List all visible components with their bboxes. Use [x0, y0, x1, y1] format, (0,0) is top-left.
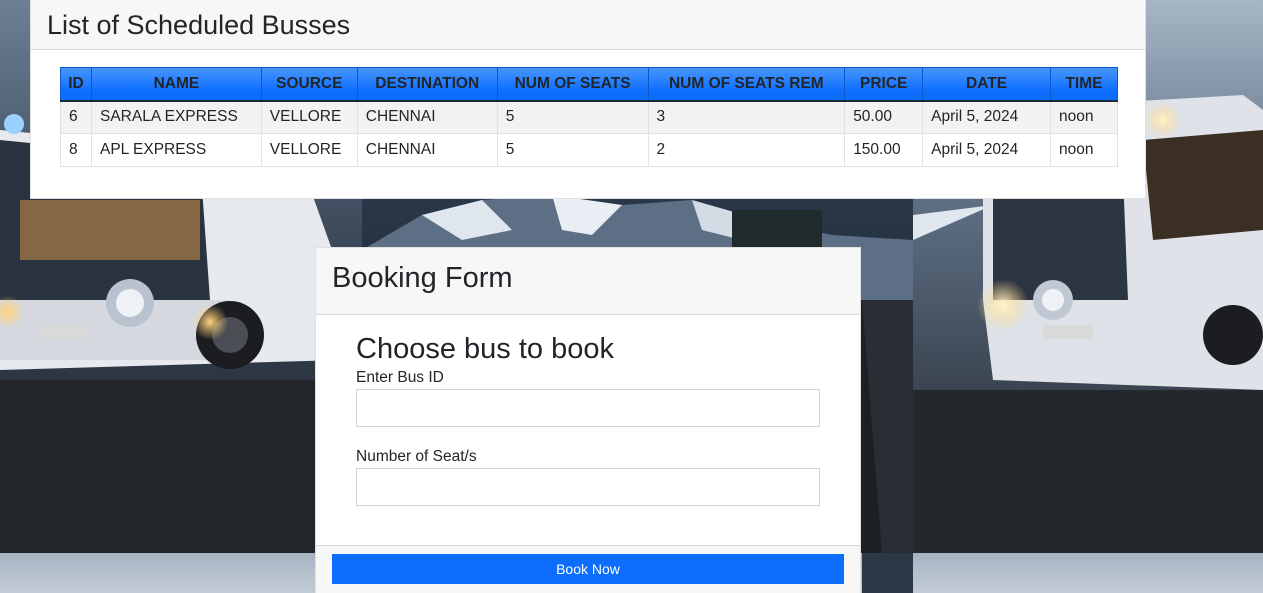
busses-table: ID NAME SOURCE DESTINATION NUM OF SEATS … — [60, 67, 1119, 167]
background-bottom-shadow — [862, 553, 913, 593]
seats-input[interactable] — [356, 468, 820, 506]
bus-id-label: Enter Bus ID — [356, 369, 444, 386]
table-row: 6 SARALA EXPRESS VELLORE CHENNAI 5 3 50.… — [60, 100, 1119, 134]
cell-id: 8 — [60, 133, 92, 167]
cell-id: 6 — [60, 100, 92, 134]
cell-name: SARALA EXPRESS — [90, 100, 262, 134]
cell-price: 150.00 — [844, 133, 924, 167]
column-header-name: NAME — [90, 67, 262, 102]
cell-num-of-seats-rem: 3 — [647, 100, 846, 134]
table-header-row: ID NAME SOURCE DESTINATION NUM OF SEATS … — [60, 67, 1119, 102]
cell-source: VELLORE — [260, 133, 358, 167]
cell-price: 50.00 — [844, 100, 924, 134]
book-now-button[interactable]: Book Now — [332, 554, 844, 584]
cell-name: APL EXPRESS — [90, 133, 262, 167]
cell-num-of-seats: 5 — [496, 133, 649, 167]
column-header-num-of-seats: NUM OF SEATS — [496, 67, 649, 102]
seats-label: Number of Seat/s — [356, 448, 477, 465]
cell-destination: CHENNAI — [356, 133, 498, 167]
column-header-destination: DESTINATION — [356, 67, 498, 102]
booking-form: Choose bus to book Enter Bus ID Number o… — [356, 332, 820, 506]
column-header-price: PRICE — [844, 67, 924, 102]
scheduled-busses-title: List of Scheduled Busses — [47, 10, 351, 40]
booking-form-title: Booking Form — [332, 262, 513, 294]
booking-form-header: Booking Form — [316, 248, 860, 315]
booking-form-card: Booking Form Choose bus to book Enter Bu… — [315, 247, 861, 593]
column-header-id: ID — [60, 67, 92, 102]
booking-form-subtitle: Choose bus to book — [356, 333, 614, 365]
cell-time: noon — [1049, 133, 1119, 167]
cell-source: VELLORE — [260, 100, 358, 134]
column-header-num-of-seats-rem: NUM OF SEATS REM — [647, 67, 846, 102]
seats-group: Number of Seat/s — [356, 447, 820, 506]
cell-date: April 5, 2024 — [922, 133, 1051, 167]
column-header-time: TIME — [1049, 67, 1119, 102]
cell-num-of-seats: 5 — [496, 100, 649, 134]
cell-date: April 5, 2024 — [922, 100, 1051, 134]
cell-destination: CHENNAI — [356, 100, 498, 134]
column-header-date: DATE — [922, 67, 1051, 102]
table-row: 8 APL EXPRESS VELLORE CHENNAI 5 2 150.00… — [60, 133, 1119, 167]
bus-id-input[interactable] — [356, 389, 820, 427]
cell-num-of-seats-rem: 2 — [647, 133, 846, 167]
scheduled-busses-card: List of Scheduled Busses ID NAME SOURCE … — [30, 0, 1146, 199]
booking-form-footer: Book Now — [316, 545, 860, 593]
column-header-source: SOURCE — [260, 67, 358, 102]
cell-time: noon — [1049, 100, 1119, 134]
scheduled-busses-header: List of Scheduled Busses — [31, 0, 1145, 50]
busses-table-wrapper: ID NAME SOURCE DESTINATION NUM OF SEATS … — [60, 67, 1119, 167]
